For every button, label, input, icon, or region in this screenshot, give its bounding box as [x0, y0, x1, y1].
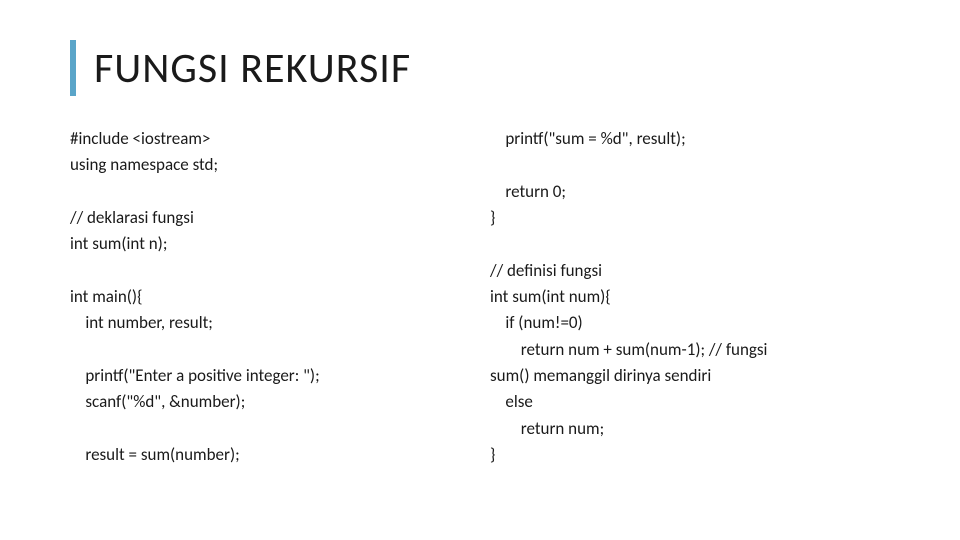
content-columns: #include <iostream> using namespace std;… [70, 126, 890, 468]
code-line: return 0; [490, 179, 890, 205]
code-line: else [490, 389, 890, 415]
code-line: int main(){ [70, 284, 470, 310]
code-line: } [490, 205, 890, 231]
code-line: printf("Enter a positive integer: "); [70, 363, 470, 389]
code-line: int number, result; [70, 310, 470, 336]
code-line: // definisi fungsi [490, 258, 890, 284]
code-line: return num + sum(num-1); // fungsi [490, 337, 890, 363]
code-line [70, 337, 470, 363]
accent-bar [70, 40, 76, 96]
code-line: int sum(int n); [70, 231, 470, 257]
code-line: sum() memanggil dirinya sendiri [490, 363, 890, 389]
code-line: return num; [490, 416, 890, 442]
title-block: FUNGSI REKURSIF [70, 40, 890, 96]
left-column: #include <iostream> using namespace std;… [70, 126, 470, 468]
code-line [490, 231, 890, 257]
code-line [70, 416, 470, 442]
code-line [70, 179, 470, 205]
code-line [70, 258, 470, 284]
code-line: result = sum(number); [70, 442, 470, 468]
code-line: if (num!=0) [490, 310, 890, 336]
code-line: printf("sum = %d", result); [490, 126, 890, 152]
slide-title: FUNGSI REKURSIF [94, 43, 411, 94]
code-line: int sum(int num){ [490, 284, 890, 310]
code-line: // deklarasi fungsi [70, 205, 470, 231]
code-line: using namespace std; [70, 152, 470, 178]
code-line: #include <iostream> [70, 126, 470, 152]
code-line: scanf("%d", &number); [70, 389, 470, 415]
code-line [490, 152, 890, 178]
right-column: printf("sum = %d", result); return 0; } … [490, 126, 890, 468]
code-line: } [490, 442, 890, 468]
slide: FUNGSI REKURSIF #include <iostream> usin… [0, 0, 960, 540]
